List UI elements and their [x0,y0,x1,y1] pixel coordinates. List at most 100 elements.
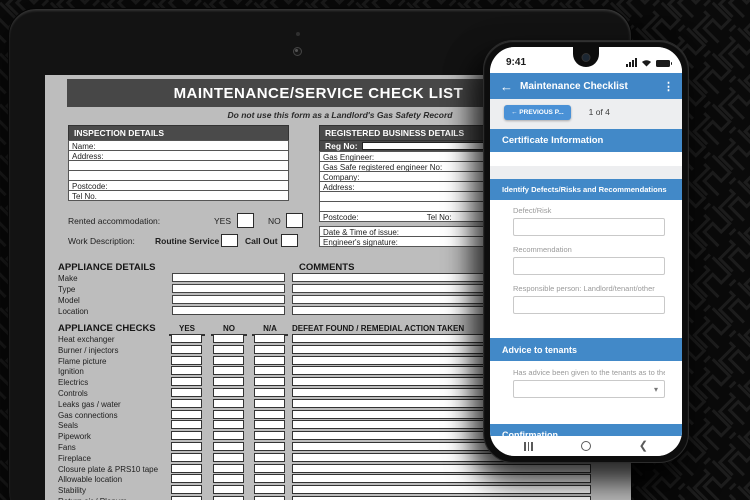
check-no-box[interactable] [213,388,244,397]
check-yes-box[interactable] [171,399,202,408]
check-no-box[interactable] [213,356,244,365]
defect-input[interactable] [292,485,591,494]
check-na-box[interactable] [254,496,285,500]
check-no-box[interactable] [213,442,244,451]
defect-input[interactable] [292,474,591,483]
rented-accommodation-row: Rented accommodation: YES NO [68,213,298,231]
defects-card: Defect/Risk Recommendation Responsible per… [490,200,682,338]
check-yes-box[interactable] [171,442,202,451]
check-yes-box[interactable] [171,388,202,397]
inspection-row[interactable]: Tel No. [68,190,289,201]
check-yes-box[interactable] [171,377,202,386]
check-yes-box[interactable] [171,366,202,375]
work-description-row: Work Description: Routine Service Call O… [68,233,328,249]
check-yes-box[interactable] [171,431,202,440]
field-group: Recommendation [513,245,665,275]
check-yes-box[interactable] [171,356,202,365]
check-item-label: Controls [58,389,88,398]
check-na-box[interactable] [254,420,285,429]
check-yes-box[interactable] [171,485,202,494]
phone-screen: 9:41 ← Maintenance Checklist ⋮ ← PREVIOU… [490,47,682,456]
field-input[interactable] [513,218,665,236]
check-yes-box[interactable] [171,464,202,473]
field-input[interactable] [513,257,665,275]
check-no-box[interactable] [213,410,244,419]
rented-no-checkbox[interactable] [286,213,303,228]
inspection-details-section: INSPECTION DETAILS Name:Address:Postcode… [68,125,289,201]
check-na-box[interactable] [254,388,285,397]
check-na-box[interactable] [254,474,285,483]
check-no-box[interactable] [213,431,244,440]
field-label: Recommendation [513,245,665,254]
recents-icon[interactable] [524,442,533,451]
check-yes-box[interactable] [171,496,202,500]
check-yes-box[interactable] [171,410,202,419]
nav-back-icon[interactable]: ❮ [639,441,648,452]
check-no-box[interactable] [213,334,244,343]
check-row: Return air / Plenum [45,496,605,500]
defect-input[interactable] [292,496,591,500]
check-na-box[interactable] [254,366,285,375]
check-item-label: Flame picture [58,357,106,366]
phone-app-bar: ← Maintenance Checklist ⋮ [490,73,682,99]
check-row: Stability [45,485,605,496]
check-na-box[interactable] [254,377,285,386]
call-out-checkbox[interactable] [281,234,298,247]
check-na-box[interactable] [254,334,285,343]
tablet-camera-icon [293,47,302,56]
check-yes-box[interactable] [171,453,202,462]
overflow-menu-icon[interactable]: ⋮ [663,80,674,93]
phone-device: 9:41 ← Maintenance Checklist ⋮ ← PREVIOU… [483,40,689,463]
routine-service-label: Routine Service [155,236,219,246]
check-na-box[interactable] [254,431,285,440]
field-input[interactable] [513,296,665,314]
field-label: Defect/Risk [513,206,665,215]
previous-page-button[interactable]: ← PREVIOUS P... [504,105,571,120]
check-na-box[interactable] [254,356,285,365]
back-arrow-icon[interactable]: ← [500,79,520,94]
home-icon[interactable] [581,441,591,451]
check-no-box[interactable] [213,420,244,429]
routine-service-checkbox[interactable] [221,234,238,247]
field-group: Responsible person: Landlord/tenant/othe… [513,284,665,314]
check-no-box[interactable] [213,474,244,483]
check-na-box[interactable] [254,345,285,354]
business-tel-label: Tel No: [427,213,452,222]
rented-yes-checkbox[interactable] [237,213,254,228]
check-no-box[interactable] [213,366,244,375]
check-no-box[interactable] [213,377,244,386]
status-icons [626,58,670,67]
defect-input[interactable] [292,464,591,473]
appliance-details-header: APPLIANCE DETAILS [58,262,155,273]
appliance-detail-input[interactable] [172,273,285,282]
check-yes-box[interactable] [171,345,202,354]
check-na-box[interactable] [254,464,285,473]
check-no-box[interactable] [213,485,244,494]
signal-icon [626,58,637,67]
check-yes-box[interactable] [171,474,202,483]
check-na-box[interactable] [254,399,285,408]
check-na-box[interactable] [254,485,285,494]
check-na-box[interactable] [254,442,285,451]
check-yes-box[interactable] [171,420,202,429]
appliance-detail-input[interactable] [172,295,285,304]
check-na-box[interactable] [254,453,285,462]
check-no-box[interactable] [213,399,244,408]
check-item-label: Heat exchanger [58,335,114,344]
check-no-box[interactable] [213,464,244,473]
pager-toolbar: ← PREVIOUS P... 1 of 4 [504,104,672,120]
check-yes-box[interactable] [171,334,202,343]
check-na-box[interactable] [254,410,285,419]
check-no-box[interactable] [213,345,244,354]
appliance-detail-input[interactable] [172,306,285,315]
check-no-box[interactable] [213,453,244,462]
advice-select[interactable]: ▾ [513,380,665,398]
section-confirmation: Confirmation [490,424,682,436]
check-item-label: Fans [58,443,76,452]
appliance-detail-input[interactable] [172,284,285,293]
status-time: 9:41 [506,57,526,68]
rented-no-label: NO [268,216,281,226]
check-no-box[interactable] [213,496,244,500]
call-out-label: Call Out [245,236,278,246]
appliance-detail-row: Model [45,295,305,306]
